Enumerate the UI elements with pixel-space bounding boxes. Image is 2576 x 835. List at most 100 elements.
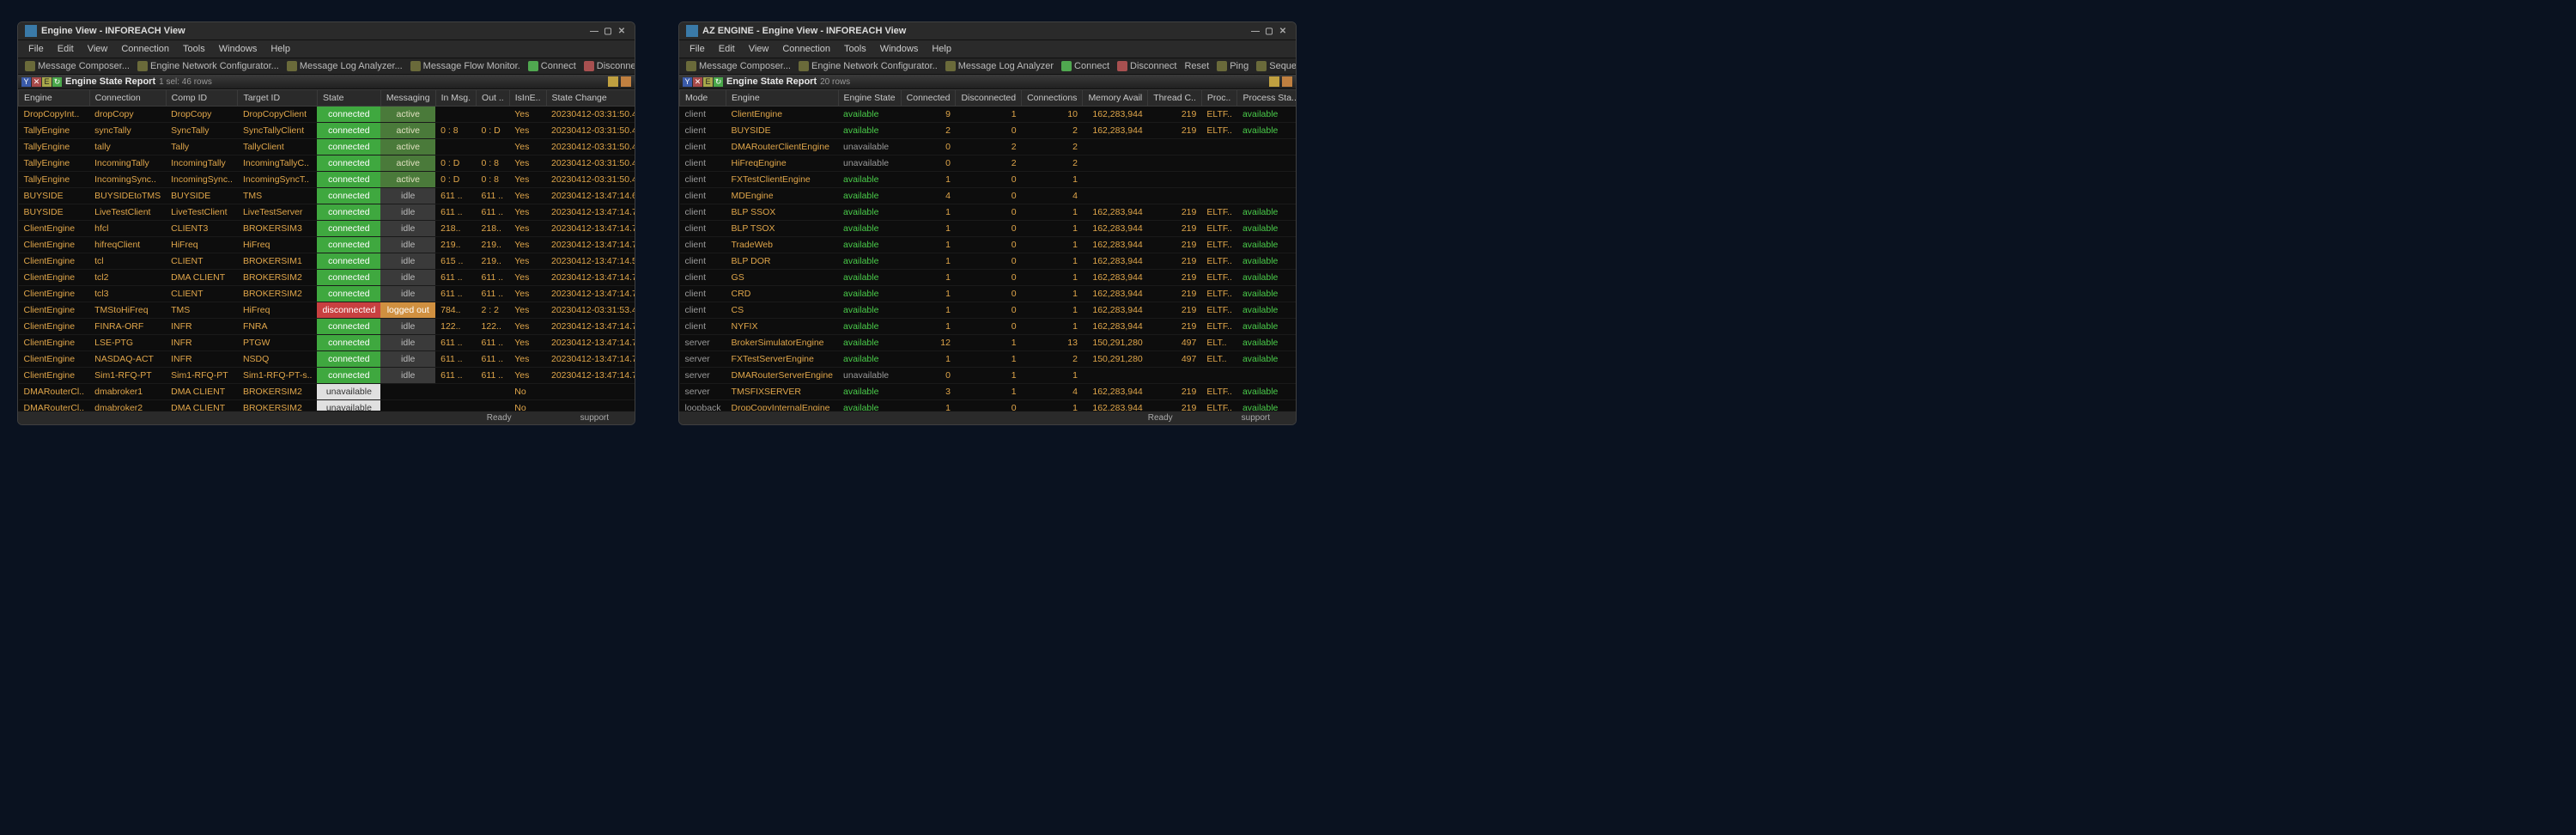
col-header[interactable]: IsInE.. [509,90,546,107]
col-header[interactable]: Connected [901,90,956,107]
col-header[interactable]: Thread C.. [1148,90,1202,107]
report-icon-2[interactable] [1282,76,1292,87]
table-row[interactable]: DMARouterCl..dmabroker1DMA CLIENTBROKERS… [19,384,635,400]
table-row[interactable]: clientNYFIXavailable101162,283,944219ELT… [680,319,1297,335]
badge-y[interactable]: Y [683,77,692,87]
table-row[interactable]: clientCRDavailable101162,283,944219ELTF.… [680,286,1297,302]
menu-connection[interactable]: Connection [776,43,836,55]
col-header[interactable]: Proc.. [1201,90,1237,107]
table-row[interactable]: clientHiFreqEngineunavailable022 [680,155,1297,172]
table-row[interactable]: clientDMARouterClientEngineunavailable02… [680,139,1297,155]
tool-connect[interactable]: Connect [525,60,580,72]
col-header[interactable]: Engine State [838,90,901,107]
tool-connect[interactable]: Connect [1058,60,1113,72]
maximize-icon[interactable]: ▢ [602,26,614,37]
tool-disconnect[interactable]: Disconnect [580,60,635,72]
tool-net-config[interactable]: Engine Network Configurator... [134,60,283,72]
menu-view[interactable]: View [82,43,114,55]
minimize-icon[interactable]: — [1249,26,1261,37]
right-table-wrap[interactable]: ModeEngineEngine StateConnectedDisconnec… [679,89,1296,411]
table-row[interactable]: ClientEngineFINRA-ORFINFRFNRAconnectedid… [19,319,635,335]
table-row[interactable]: ClientEnginetclCLIENTBROKERSIM1connected… [19,253,635,270]
table-row[interactable]: DMARouterCl..dmabroker2DMA CLIENTBROKERS… [19,400,635,411]
tool-reset[interactable]: Reset [1181,60,1212,72]
table-row[interactable]: serverDMARouterServerEngineunavailable01… [680,368,1297,384]
menu-file[interactable]: File [22,43,50,55]
menu-file[interactable]: File [683,43,711,55]
badge-e[interactable]: E [42,77,52,87]
table-row[interactable]: clientClientEngineavailable9110162,283,9… [680,107,1297,123]
left-table-wrap[interactable]: EngineConnectionComp IDTarget IDStateMes… [18,89,635,411]
table-row[interactable]: serverFXTestServerEngineavailable112150,… [680,351,1297,368]
tool-flow-monitor[interactable]: Message Flow Monitor. [407,60,524,72]
report-icon-1[interactable] [1269,76,1279,87]
table-row[interactable]: clientTradeWebavailable101162,283,944219… [680,237,1297,253]
menu-windows[interactable]: Windows [213,43,264,55]
menu-help[interactable]: Help [264,43,296,55]
badge-y[interactable]: Y [21,77,31,87]
menu-windows[interactable]: Windows [874,43,925,55]
col-header[interactable]: Engine [19,90,90,107]
menu-view[interactable]: View [743,43,775,55]
badge-f[interactable]: ↻ [52,77,62,87]
tool-msg-composer[interactable]: Message Composer... [21,60,133,72]
table-row[interactable]: BUYSIDEBUYSIDEtoTMSBUYSIDETMSconnectedid… [19,188,635,204]
table-row[interactable]: loopbackDropCopyInternalEngineavailable1… [680,400,1297,411]
table-row[interactable]: ClientEnginetcl3CLIENTBROKERSIM2connecte… [19,286,635,302]
col-header[interactable]: Connection [89,90,166,107]
left-titlebar[interactable]: Engine View - INFOREACH View — ▢ ✕ [18,22,635,40]
col-header[interactable]: Process Sta.. [1237,90,1296,107]
table-row[interactable]: clientFXTestClientEngineavailable101 [680,172,1297,188]
col-header[interactable]: Engine [726,90,838,107]
tool-msg-composer[interactable]: Message Composer... [683,60,794,72]
col-header[interactable]: Connections [1022,90,1083,107]
right-titlebar[interactable]: AZ ENGINE - Engine View - INFOREACH View… [679,22,1296,40]
table-row[interactable]: clientCSavailable101162,283,944219ELTF..… [680,302,1297,319]
tool-disconnect[interactable]: Disconnect [1114,60,1180,72]
table-row[interactable]: ClientEnginehifreqClientHiFreqHiFreqconn… [19,237,635,253]
menu-edit[interactable]: Edit [713,43,741,55]
minimize-icon[interactable]: — [588,26,600,37]
close-icon[interactable]: ✕ [616,26,628,37]
tool-sequence[interactable]: Sequence Numbers.. [1253,60,1296,72]
table-row[interactable]: clientBUYSIDEavailable202162,283,944219E… [680,123,1297,139]
col-header[interactable]: State [317,90,380,107]
tool-net-config[interactable]: Engine Network Configurator.. [795,60,941,72]
menu-connection[interactable]: Connection [115,43,175,55]
maximize-icon[interactable]: ▢ [1263,26,1275,37]
table-row[interactable]: clientBLP DORavailable101162,283,944219E… [680,253,1297,270]
close-icon[interactable]: ✕ [1277,26,1289,37]
table-row[interactable]: serverTMSFIXSERVERavailable314162,283,94… [680,384,1297,400]
badge-x[interactable]: ✕ [693,77,702,87]
col-header[interactable]: Memory Avail [1083,90,1148,107]
table-row[interactable]: ClientEngineSim1-RFQ-PTSim1-RFQ-PTSim1-R… [19,368,635,384]
table-row[interactable]: clientGSavailable101162,283,944219ELTF..… [680,270,1297,286]
table-row[interactable]: serverBrokerSimulatorEngineavailable1211… [680,335,1297,351]
col-header[interactable]: Disconnected [956,90,1022,107]
menu-help[interactable]: Help [926,43,957,55]
col-header[interactable]: Target ID [238,90,318,107]
col-header[interactable]: Messaging [380,90,435,107]
menu-tools[interactable]: Tools [838,43,872,55]
col-header[interactable]: Comp ID [166,90,238,107]
col-header[interactable]: Out .. [477,90,510,107]
report-icon-2[interactable] [621,76,631,87]
badge-e[interactable]: E [703,77,713,87]
table-row[interactable]: TallyEngineIncomingTallyIncomingTallyInc… [19,155,635,172]
table-row[interactable]: ClientEngineTMStoHiFreqTMSHiFreqdisconne… [19,302,635,319]
table-row[interactable]: clientBLP SSOXavailable101162,283,944219… [680,204,1297,221]
table-row[interactable]: TallyEngineIncomingSync..IncomingSync..I… [19,172,635,188]
badge-x[interactable]: ✕ [32,77,41,87]
table-row[interactable]: ClientEngineLSE-PTGINFRPTGWconnectedidle… [19,335,635,351]
table-row[interactable]: ClientEnginehfclCLIENT3BROKERSIM3connect… [19,221,635,237]
menu-tools[interactable]: Tools [177,43,211,55]
tool-ping[interactable]: Ping [1213,60,1252,72]
table-row[interactable]: clientBLP TSOXavailable101162,283,944219… [680,221,1297,237]
col-header[interactable]: Mode [680,90,726,107]
tool-log-analyzer[interactable]: Message Log Analyzer [942,60,1057,72]
table-row[interactable]: TallyEnginesyncTallySyncTallySyncTallyCl… [19,123,635,139]
report-icon-1[interactable] [608,76,618,87]
table-row[interactable]: DropCopyInt..dropCopyDropCopyDropCopyCli… [19,107,635,123]
table-row[interactable]: BUYSIDELiveTestClientLiveTestClientLiveT… [19,204,635,221]
table-row[interactable]: ClientEngineNASDAQ-ACTINFRNSDQconnectedi… [19,351,635,368]
